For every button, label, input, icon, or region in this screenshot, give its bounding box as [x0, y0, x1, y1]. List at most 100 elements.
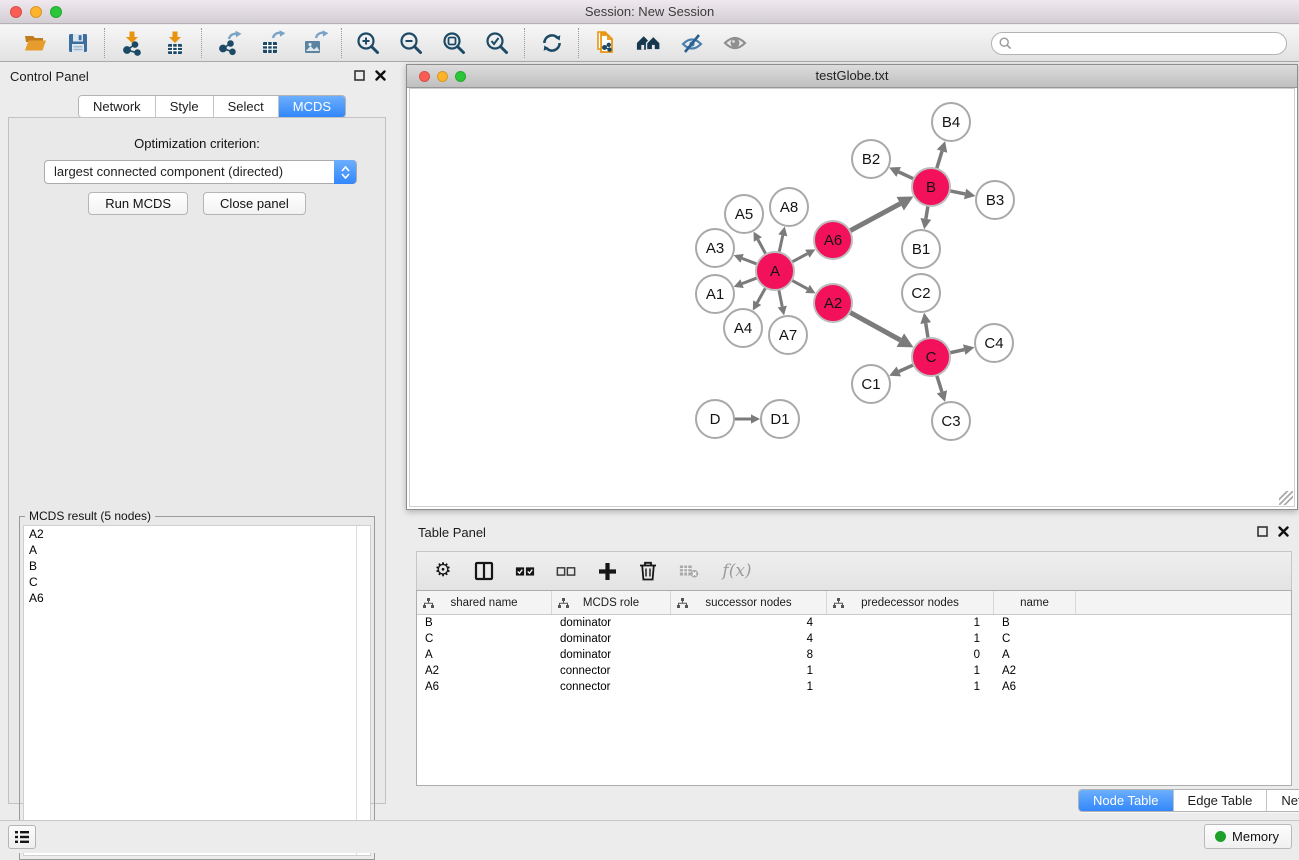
- table-row[interactable]: Bdominator41B: [417, 615, 1291, 631]
- table-cell: C: [417, 631, 552, 647]
- main-toolbar: [0, 25, 1299, 62]
- graph-node-B3[interactable]: B3: [976, 181, 1014, 219]
- import-network-icon[interactable]: [118, 30, 145, 57]
- graph-edge-C-C4: [950, 350, 965, 353]
- zoom-fit-icon[interactable]: [441, 30, 468, 57]
- search-input[interactable]: [991, 32, 1287, 55]
- graph-arrowhead: [937, 141, 947, 153]
- table-row[interactable]: Adominator80A: [417, 647, 1291, 663]
- tab-node-table[interactable]: Node Table: [1079, 790, 1173, 811]
- function-builder-icon[interactable]: f(x): [720, 560, 754, 582]
- delete-column-icon[interactable]: [638, 560, 658, 582]
- mcds-result-legend: MCDS result (5 nodes): [25, 509, 155, 523]
- table-row[interactable]: A6connector11A6: [417, 679, 1291, 695]
- graph-node-A2[interactable]: A2: [814, 284, 852, 322]
- graph-arrowhead: [964, 189, 975, 200]
- graph-node-A5[interactable]: A5: [725, 195, 763, 233]
- tab-network[interactable]: Network: [79, 96, 155, 117]
- maximize-window-button[interactable]: [50, 6, 62, 18]
- add-column-icon[interactable]: [597, 560, 617, 582]
- graph-node-C4[interactable]: C4: [975, 324, 1013, 362]
- run-mcds-button[interactable]: Run MCDS: [88, 192, 188, 215]
- graph-node-A6[interactable]: A6: [814, 221, 852, 259]
- close-panel-icon[interactable]: [1278, 526, 1289, 537]
- zoom-in-icon[interactable]: [355, 30, 382, 57]
- network-canvas[interactable]: B4 B2 B B3 A5A8A6 A3 B1 A A1 C2 A2 A4A7 C4 C C1 C3 D D1: [409, 88, 1295, 507]
- graph-node-D1[interactable]: D1: [761, 400, 799, 438]
- graph-node-A7[interactable]: A7: [769, 316, 807, 354]
- tab-mcds[interactable]: MCDS: [278, 96, 345, 117]
- export-table-icon[interactable]: [258, 30, 285, 57]
- graph-node-B4[interactable]: B4: [932, 103, 970, 141]
- scrollbar-track[interactable]: [356, 526, 357, 855]
- mcds-result-item[interactable]: A6: [24, 590, 370, 606]
- export-image-icon[interactable]: [301, 30, 328, 57]
- mcds-result-item[interactable]: A: [24, 542, 370, 558]
- graph-node-C3[interactable]: C3: [932, 402, 970, 440]
- mcds-result-item[interactable]: C: [24, 574, 370, 590]
- svg-text:C1: C1: [861, 376, 880, 393]
- refresh-icon[interactable]: [538, 30, 565, 57]
- close-window-button[interactable]: [10, 6, 22, 18]
- zoom-selected-icon[interactable]: [484, 30, 511, 57]
- network-maximize-button[interactable]: [455, 71, 466, 82]
- table-row[interactable]: A2connector11A2: [417, 663, 1291, 679]
- graph-node-B1[interactable]: B1: [902, 230, 940, 268]
- graph-node-A8[interactable]: A8: [770, 188, 808, 226]
- table-cell: B: [417, 615, 552, 631]
- new-network-from-selection-icon[interactable]: [592, 30, 619, 57]
- graph-node-C1[interactable]: C1: [852, 365, 890, 403]
- graph-node-D[interactable]: D: [696, 400, 734, 438]
- hide-selected-icon[interactable]: [678, 30, 705, 57]
- close-panel-button[interactable]: Close panel: [203, 192, 306, 215]
- memory-button[interactable]: Memory: [1204, 824, 1292, 849]
- home-icon[interactable]: [635, 30, 662, 57]
- column-header-successor-nodes[interactable]: successor nodes: [671, 591, 827, 614]
- graph-edge-A-A5: [758, 239, 766, 254]
- criterion-dropdown[interactable]: largest connected component (directed): [44, 160, 357, 184]
- column-header-predecessor-nodes[interactable]: predecessor nodes: [827, 591, 994, 614]
- select-all-checkboxes-icon[interactable]: [515, 560, 535, 582]
- graph-node-A1[interactable]: A1: [696, 275, 734, 313]
- graph-edge-C-C3: [937, 375, 942, 392]
- column-header-shared-name[interactable]: shared name: [417, 591, 552, 614]
- save-session-icon[interactable]: [64, 30, 91, 57]
- export-network-icon[interactable]: [215, 30, 242, 57]
- tab-network-table[interactable]: Network Table: [1266, 790, 1299, 811]
- network-window-titlebar[interactable]: testGlobe.txt: [407, 65, 1297, 88]
- import-table-icon[interactable]: [161, 30, 188, 57]
- table-body: Bdominator41BCdominator41CAdominator80AA…: [417, 615, 1291, 695]
- graph-node-C2[interactable]: C2: [902, 274, 940, 312]
- delete-table-icon[interactable]: [679, 560, 699, 582]
- control-panel: Control Panel NetworkStyleSelectMCDS Opt…: [0, 62, 396, 820]
- graph-node-A3[interactable]: A3: [696, 229, 734, 267]
- graph-node-A4[interactable]: A4: [724, 309, 762, 347]
- zoom-out-icon[interactable]: [398, 30, 425, 57]
- float-panel-icon[interactable]: [354, 70, 365, 81]
- graph-node-C[interactable]: C: [912, 338, 950, 376]
- task-history-button[interactable]: [8, 825, 36, 849]
- float-panel-icon[interactable]: [1257, 526, 1268, 537]
- settings-gear-icon[interactable]: ⚙: [433, 560, 453, 582]
- show-column-icon[interactable]: [474, 560, 494, 582]
- graph-node-A[interactable]: A: [756, 252, 794, 290]
- tab-edge-table[interactable]: Edge Table: [1173, 790, 1267, 811]
- tab-select[interactable]: Select: [213, 96, 278, 117]
- table-row[interactable]: Cdominator41C: [417, 631, 1291, 647]
- column-header-name[interactable]: name: [994, 591, 1076, 614]
- graph-node-B[interactable]: B: [912, 168, 950, 206]
- graph-node-B2[interactable]: B2: [852, 140, 890, 178]
- open-session-icon[interactable]: [21, 30, 48, 57]
- column-header-mcds-role[interactable]: MCDS role: [552, 591, 671, 614]
- tab-style[interactable]: Style: [155, 96, 213, 117]
- mcds-result-item[interactable]: A2: [24, 526, 370, 542]
- dropdown-stepper-icon: [334, 160, 356, 184]
- network-minimize-button[interactable]: [437, 71, 448, 82]
- show-all-icon[interactable]: [721, 30, 748, 57]
- close-panel-icon[interactable]: [375, 70, 386, 81]
- network-close-button[interactable]: [419, 71, 430, 82]
- resize-grip-icon[interactable]: [1279, 491, 1293, 505]
- mcds-result-item[interactable]: B: [24, 558, 370, 574]
- deselect-all-checkboxes-icon[interactable]: [556, 560, 576, 582]
- minimize-window-button[interactable]: [30, 6, 42, 18]
